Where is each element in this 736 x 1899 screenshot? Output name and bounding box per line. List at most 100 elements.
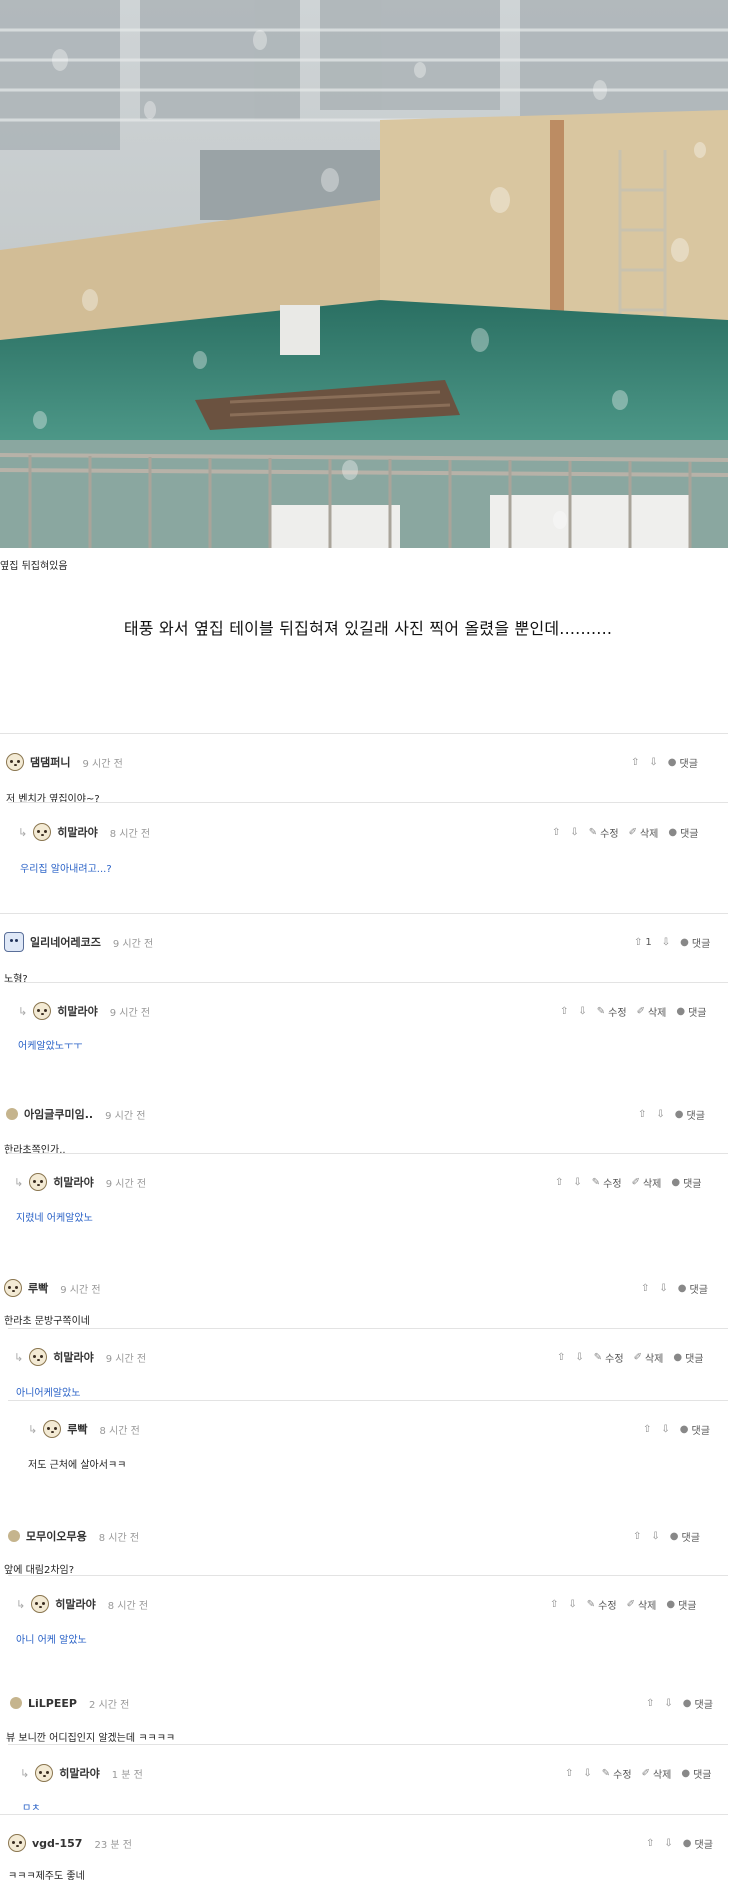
reply-button[interactable]: ● 댓글 bbox=[668, 825, 698, 840]
reply-button[interactable]: ● 댓글 bbox=[668, 755, 698, 770]
reply-button[interactable]: ● 댓글 bbox=[676, 1004, 706, 1019]
avatar[interactable] bbox=[29, 1173, 48, 1191]
edit-button[interactable]: ✎ 수정 bbox=[589, 825, 619, 840]
dislike-button[interactable]: ⇩ bbox=[573, 1177, 581, 1188]
like-button[interactable]: ⇧ bbox=[565, 1768, 573, 1779]
delete-button[interactable]: ✐ 삭제 bbox=[632, 1175, 662, 1190]
pencil-icon: ✎ bbox=[593, 1351, 603, 1363]
avatar[interactable] bbox=[8, 1530, 20, 1542]
dislike-button[interactable]: ⇩ bbox=[661, 1424, 669, 1435]
comment-author[interactable]: LiLPEEP bbox=[28, 1697, 77, 1710]
comment-author[interactable]: 히말라야 bbox=[53, 1174, 93, 1190]
comment-author[interactable]: 히말라야 bbox=[57, 824, 97, 840]
reply-button[interactable]: ● 댓글 bbox=[683, 1836, 713, 1851]
comment-author[interactable]: 댐댐퍼니 bbox=[30, 754, 70, 770]
comment-author[interactable]: 루빡 bbox=[67, 1421, 87, 1437]
edit-button[interactable]: ✎ 수정 bbox=[602, 1766, 632, 1781]
reply-button[interactable]: ● 댓글 bbox=[681, 1766, 711, 1781]
reply-button[interactable]: ● 댓글 bbox=[680, 1422, 710, 1437]
avatar[interactable] bbox=[35, 1764, 54, 1782]
avatar[interactable] bbox=[4, 1279, 22, 1297]
delete-button[interactable]: ✐ 삭제 bbox=[629, 825, 659, 840]
avatar[interactable] bbox=[31, 1595, 50, 1613]
reply-button[interactable]: ● 댓글 bbox=[678, 1281, 708, 1296]
dislike-button[interactable]: ⇩ bbox=[649, 757, 657, 768]
avatar[interactable] bbox=[29, 1348, 48, 1366]
thumbs-down-icon: ⇩ bbox=[659, 1282, 668, 1294]
like-button[interactable]: ⇧ bbox=[555, 1177, 563, 1188]
speech-bubble-icon: ● bbox=[666, 1598, 676, 1610]
like-button[interactable]: ⇧ bbox=[643, 1424, 651, 1435]
post-image bbox=[0, 0, 728, 548]
delete-button[interactable]: ✐ 삭제 bbox=[642, 1766, 672, 1781]
like-button[interactable]: ⇧ bbox=[560, 1006, 568, 1017]
dislike-button[interactable]: ⇩ bbox=[659, 1283, 667, 1294]
dislike-button[interactable]: ⇩ bbox=[578, 1006, 586, 1017]
comment-author[interactable]: 일리네어레코즈 bbox=[30, 934, 101, 950]
dislike-button[interactable]: ⇩ bbox=[664, 1698, 672, 1709]
delete-label: 삭제 bbox=[642, 1178, 662, 1190]
comment-author[interactable]: 루빡 bbox=[28, 1280, 48, 1296]
edit-button[interactable]: ✎ 수정 bbox=[587, 1597, 617, 1612]
edit-button[interactable]: ✎ 수정 bbox=[594, 1350, 624, 1365]
like-button[interactable]: ⇧ bbox=[550, 1599, 558, 1610]
reply-button[interactable]: ● 댓글 bbox=[675, 1107, 705, 1122]
like-button[interactable]: ⇧ 1 bbox=[634, 937, 652, 948]
avatar[interactable] bbox=[6, 753, 24, 771]
dislike-button[interactable]: ⇩ bbox=[570, 827, 578, 838]
thumbs-down-icon: ⇩ bbox=[664, 1697, 673, 1709]
comment-author[interactable]: 아임글쿠미임.. bbox=[24, 1106, 93, 1122]
dislike-button[interactable]: ⇩ bbox=[656, 1109, 664, 1120]
delete-button[interactable]: ✐ 삭제 bbox=[627, 1597, 657, 1612]
avatar[interactable] bbox=[6, 1108, 18, 1120]
comment-author[interactable]: 히말라야 bbox=[57, 1003, 97, 1019]
edit-button[interactable]: ✎ 수정 bbox=[592, 1175, 622, 1190]
delete-label: 삭제 bbox=[647, 1007, 667, 1019]
reply-label: 댓글 bbox=[686, 1110, 705, 1122]
dislike-button[interactable]: ⇩ bbox=[568, 1599, 576, 1610]
dislike-button[interactable]: ⇩ bbox=[583, 1768, 591, 1779]
comment-author[interactable]: 히말라야 bbox=[59, 1765, 99, 1781]
thumbs-down-icon: ⇩ bbox=[568, 1598, 577, 1610]
thumbs-down-icon: ⇩ bbox=[661, 936, 671, 948]
delete-button[interactable]: ✐ 삭제 bbox=[637, 1004, 667, 1019]
reply-button[interactable]: ● 댓글 bbox=[680, 935, 710, 950]
like-button[interactable]: ⇧ bbox=[646, 1698, 654, 1709]
like-button[interactable]: ⇧ bbox=[552, 827, 560, 838]
comment-author[interactable]: 히말라야 bbox=[53, 1349, 93, 1365]
comment-time: 9 시간 전 bbox=[105, 1110, 146, 1122]
dislike-button[interactable]: ⇩ bbox=[651, 1531, 659, 1542]
like-button[interactable]: ⇧ bbox=[641, 1283, 649, 1294]
reply-label: 댓글 bbox=[680, 828, 699, 840]
avatar[interactable] bbox=[33, 823, 52, 841]
reply-button[interactable]: ● 댓글 bbox=[666, 1597, 696, 1612]
avatar[interactable] bbox=[4, 932, 24, 952]
like-button[interactable]: ⇧ bbox=[646, 1838, 654, 1849]
comment-author[interactable]: 히말라야 bbox=[55, 1596, 95, 1612]
reply-button[interactable]: ● 댓글 bbox=[670, 1529, 700, 1544]
comment-text: ㅋㅋㅋ제주도 좋네 bbox=[8, 1871, 85, 1882]
comment-time: 23 분 전 bbox=[94, 1839, 132, 1851]
comment-author[interactable]: vgd-157 bbox=[32, 1837, 82, 1850]
dislike-button[interactable]: ⇩ bbox=[664, 1838, 672, 1849]
reply-button[interactable]: ● 댓글 bbox=[673, 1350, 703, 1365]
comment-actions: ⇧ ⇩ ✎ 수정 ✐ 삭제 ● 댓글 bbox=[560, 1002, 707, 1020]
like-button[interactable]: ⇧ bbox=[557, 1352, 565, 1363]
dislike-button[interactable]: ⇩ bbox=[575, 1352, 583, 1363]
dislike-button[interactable]: ⇩ bbox=[662, 937, 670, 948]
reply-button[interactable]: ● 댓글 bbox=[671, 1175, 701, 1190]
pencil-icon: ✎ bbox=[596, 1005, 606, 1017]
delete-button[interactable]: ✐ 삭제 bbox=[634, 1350, 664, 1365]
avatar[interactable] bbox=[10, 1697, 22, 1709]
comment-author[interactable]: 모무이오무용 bbox=[26, 1528, 87, 1544]
like-button[interactable]: ⇧ bbox=[631, 757, 639, 768]
edit-button[interactable]: ✎ 수정 bbox=[597, 1004, 627, 1019]
avatar[interactable] bbox=[33, 1002, 52, 1020]
avatar[interactable] bbox=[43, 1420, 62, 1438]
avatar[interactable] bbox=[8, 1834, 26, 1852]
like-button[interactable]: ⇧ bbox=[638, 1109, 646, 1120]
like-button[interactable]: ⇧ bbox=[633, 1531, 641, 1542]
reply-button[interactable]: ● 댓글 bbox=[683, 1696, 713, 1711]
thumbs-up-icon: ⇧ bbox=[638, 1108, 647, 1120]
comment-actions: ⇧ ⇩ ● 댓글 bbox=[646, 1834, 713, 1852]
